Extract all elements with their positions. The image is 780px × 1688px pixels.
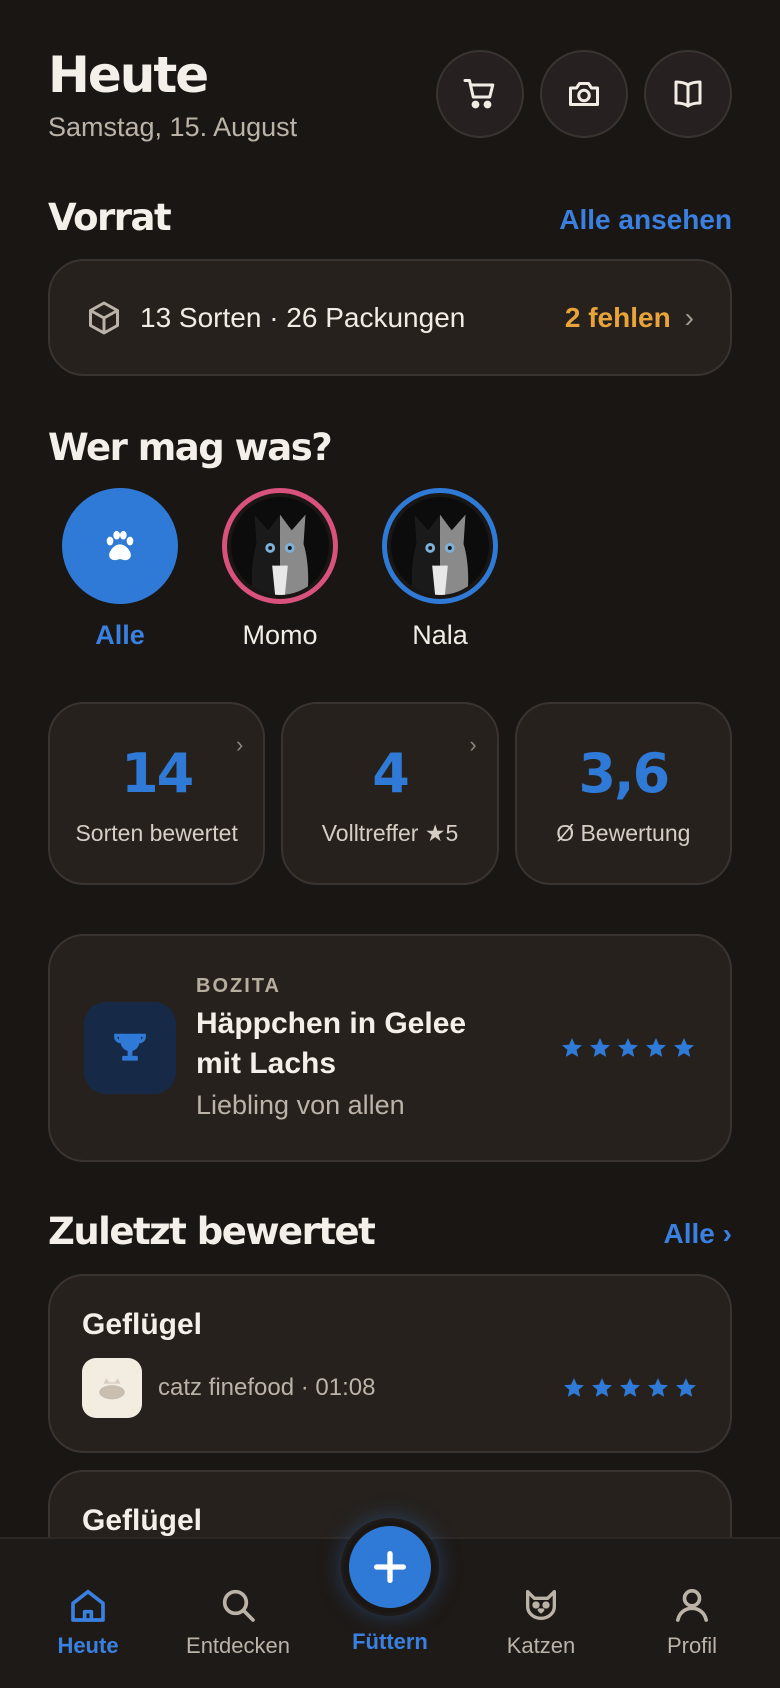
chevron-right-icon: › [684, 301, 694, 333]
tab-label: Profil [666, 1633, 718, 1658]
tab-label: Entdecken [186, 1633, 290, 1658]
favorite-card[interactable]: BOZITA Häppchen in Gelee mit Lachs Liebl… [48, 934, 732, 1162]
cat-food-icon [99, 1378, 125, 1400]
vorrat-card[interactable]: 13 Sorten · 26 Packungen 2 fehlen › [48, 259, 732, 376]
cat-name: Nala [412, 620, 468, 650]
recent-item-row: catz finefood · 01:08 [82, 1358, 698, 1418]
tab-profile[interactable]: Profil [622, 1539, 762, 1659]
page-date: Samstag, 15. August [48, 112, 298, 142]
user-icon [676, 1589, 708, 1622]
cat-name: Alle [95, 620, 145, 650]
avatar [382, 488, 498, 604]
recent-title: Zuletzt bewertet [48, 1210, 376, 1253]
plus-icon [374, 1551, 406, 1583]
page-header: Heute Samstag, 15. August [48, 44, 297, 143]
stat-value: 14 [121, 742, 194, 805]
star-icon [590, 1038, 610, 1057]
tab-label: Heute [57, 1633, 119, 1658]
stat-value: 4 [372, 742, 410, 805]
star-icon [592, 1378, 612, 1397]
chevron-right-icon: › [469, 732, 477, 757]
header-actions [436, 50, 732, 138]
star-icon [618, 1038, 638, 1057]
paw-icon [106, 530, 134, 561]
recent-item-meta: catz finefood · 01:08 [158, 1374, 376, 1401]
camera-button[interactable] [540, 50, 628, 138]
book-button[interactable] [644, 50, 732, 138]
box-icon [89, 301, 119, 334]
cat-filter-momo[interactable]: Momo [222, 488, 338, 651]
favorite-subtitle: Liebling von allen [196, 1090, 405, 1120]
tab-home[interactable]: Heute [18, 1539, 158, 1659]
star-icon [674, 1038, 694, 1057]
star-icon [620, 1378, 640, 1397]
favorite-brand: BOZITA [196, 975, 281, 997]
vorrat-missing-badge: 2 fehlen [564, 301, 671, 333]
vorrat-summary: 13 Sorten · 26 Packungen [140, 301, 466, 333]
tab-discover[interactable]: Entdecken [168, 1539, 308, 1659]
star-icon [648, 1378, 668, 1397]
camera-icon [569, 82, 599, 106]
cat-face-icon [526, 1590, 556, 1620]
cat-filter-nala[interactable]: Nala [382, 488, 498, 651]
vorrat-see-all-link[interactable]: Alle ansehen [559, 204, 732, 236]
cat-photo [231, 497, 329, 595]
star-rating [560, 1036, 696, 1060]
cart-icon [463, 79, 495, 109]
tab-cats[interactable]: Katzen [471, 1539, 611, 1659]
stat-rated-card[interactable]: › 14 Sorten bewertet [48, 702, 266, 885]
tab-label-feed[interactable]: Füttern [330, 1629, 450, 1655]
stat-label: Volltreffer ★5 [321, 820, 459, 846]
cat-filter-all[interactable]: Alle [62, 488, 178, 651]
cat-photo [391, 497, 489, 595]
stat-average-card: 3,6 Ø Bewertung [514, 702, 732, 885]
favorite-info: BOZITA Häppchen in Gelee mit Lachs Liebl… [196, 975, 560, 1121]
star-rating [562, 1376, 698, 1400]
cat-filter: Alle Momo Nala [62, 488, 498, 651]
cat-name: Momo [242, 620, 318, 650]
paw-avatar [62, 488, 178, 604]
cart-button[interactable] [436, 50, 524, 138]
stat-label: Sorten bewertet [75, 820, 238, 846]
tab-label: Katzen [506, 1633, 576, 1658]
book-icon [674, 80, 702, 108]
trophy-icon [114, 1033, 146, 1061]
vorrat-title: Vorrat [48, 196, 172, 239]
recent-item-name: Geflügel [82, 1308, 203, 1341]
favorite-name: Häppchen in Gelee mit Lachs [196, 1007, 467, 1080]
star-icon [676, 1378, 696, 1397]
page-title: Heute [48, 46, 209, 104]
brand-thumbnail [82, 1358, 142, 1418]
list-item[interactable]: Geflügel catz finefood · 01:08 [48, 1274, 732, 1453]
trophy-badge [84, 1002, 176, 1094]
cats-title: Wer mag was? [48, 426, 333, 469]
star-icon [562, 1038, 582, 1057]
star-icon [564, 1378, 584, 1397]
stat-label: Ø Bewertung [556, 820, 691, 846]
stat-hits-card[interactable]: › 4 Volltreffer ★5 [281, 702, 499, 885]
stat-value: 3,6 [578, 742, 670, 805]
avatar [222, 488, 338, 604]
feed-fab-button[interactable] [344, 1521, 436, 1613]
star-icon [646, 1038, 666, 1057]
search-icon [222, 1589, 255, 1622]
home-icon [71, 1589, 105, 1622]
stats-row: › 14 Sorten bewertet › 4 Volltreffer ★5 … [48, 702, 732, 885]
recent-see-all-link[interactable]: Alle › [664, 1218, 732, 1250]
tab-bar: Heute Entdecken Füttern Katzen Profil [0, 1521, 780, 1688]
chevron-right-icon: › [236, 732, 244, 757]
